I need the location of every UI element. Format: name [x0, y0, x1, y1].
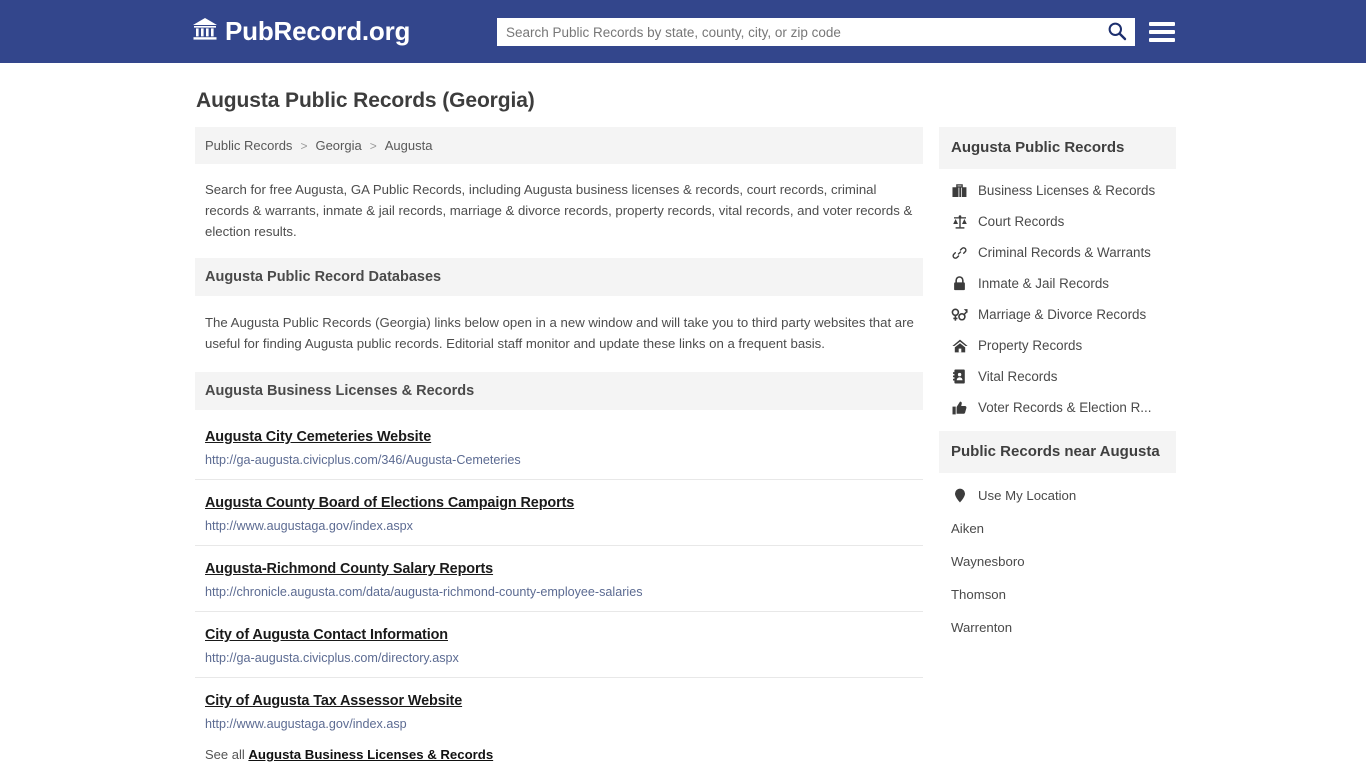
bank-icon — [192, 17, 218, 46]
brand-name: PubRecord.org — [225, 16, 411, 46]
sidebar-item-label: Inmate & Jail Records — [978, 276, 1109, 291]
brand-logo[interactable]: PubRecord.org — [192, 16, 410, 47]
address-book-icon — [951, 369, 968, 384]
near-panel: Public Records near Augusta Use My Locat… — [939, 431, 1176, 644]
breadcrumb-separator: > — [300, 138, 308, 153]
search-icon — [1107, 21, 1127, 44]
records-panel-list: Business Licenses & Records Court Record… — [939, 169, 1176, 423]
record-link-title[interactable]: City of Augusta Contact Information — [205, 627, 448, 643]
hamburger-menu-button[interactable] — [1149, 17, 1177, 47]
near-city-aiken[interactable]: Aiken — [939, 512, 1176, 545]
sidebar-item-business-licenses[interactable]: Business Licenses & Records — [939, 175, 1176, 206]
list-item: City of Augusta Contact Information http… — [195, 612, 923, 678]
sidebar-item-voter-records[interactable]: Voter Records & Election R... — [939, 392, 1176, 423]
use-my-location-label: Use My Location — [978, 488, 1077, 503]
page-title: Augusta Public Records (Georgia) — [196, 89, 535, 112]
breadcrumb-item-georgia[interactable]: Georgia — [315, 138, 361, 153]
list-item: City of Augusta Tax Assessor Website htt… — [195, 678, 923, 737]
near-city-waynesboro[interactable]: Waynesboro — [939, 545, 1176, 578]
scales-of-justice-icon — [951, 214, 968, 229]
breadcrumb-item-augusta[interactable]: Augusta — [385, 138, 433, 153]
databases-section-header: Augusta Public Record Databases — [195, 258, 923, 296]
sidebar-item-court-records[interactable]: Court Records — [939, 206, 1176, 237]
home-icon — [951, 339, 968, 353]
sidebar-item-label: Voter Records & Election R... — [978, 400, 1152, 415]
breadcrumb-item-public-records[interactable]: Public Records — [205, 138, 292, 153]
list-item: Augusta City Cemeteries Website http://g… — [195, 410, 923, 480]
near-city-warrenton[interactable]: Warrenton — [939, 611, 1176, 644]
sidebar-item-label: Property Records — [978, 338, 1083, 353]
use-my-location-button[interactable]: Use My Location — [939, 479, 1176, 512]
business-link-list: Augusta City Cemeteries Website http://g… — [195, 410, 923, 737]
record-link-url[interactable]: http://ga-augusta.civicplus.com/346/Augu… — [205, 453, 923, 467]
sidebar-item-label: Court Records — [978, 214, 1065, 229]
record-link-title[interactable]: Augusta-Richmond County Salary Reports — [205, 561, 493, 577]
record-link-url[interactable]: http://www.augustaga.gov/index.asp — [205, 717, 923, 731]
see-all-row: See all Augusta Business Licenses & Reco… — [195, 737, 923, 762]
record-link-url[interactable]: http://www.augustaga.gov/index.aspx — [205, 519, 923, 533]
sidebar-item-criminal-records[interactable]: Criminal Records & Warrants — [939, 237, 1176, 268]
hamburger-menu-icon-bar — [1149, 38, 1175, 42]
hamburger-menu-icon-bar — [1149, 30, 1175, 34]
content-columns: Public Records > Georgia > Augusta Searc… — [0, 127, 1366, 762]
list-item: Augusta-Richmond County Salary Reports h… — [195, 546, 923, 612]
sidebar-item-label: Marriage & Divorce Records — [978, 307, 1147, 322]
chain-link-icon — [951, 246, 968, 260]
near-panel-title: Public Records near Augusta — [939, 431, 1176, 473]
hamburger-menu-icon — [1149, 22, 1175, 26]
breadcrumb: Public Records > Georgia > Augusta — [195, 127, 923, 164]
databases-section-title: Augusta Public Record Databases — [205, 269, 442, 285]
databases-description: The Augusta Public Records (Georgia) lin… — [205, 315, 914, 351]
sidebar-item-marriage-divorce-records[interactable]: Marriage & Divorce Records — [939, 299, 1176, 330]
record-link-title[interactable]: City of Augusta Tax Assessor Website — [205, 693, 462, 709]
records-panel: Augusta Public Records Business Licenses… — [939, 127, 1176, 423]
sidebar-item-label: Business Licenses & Records — [978, 183, 1156, 198]
list-item: Augusta County Board of Elections Campai… — [195, 480, 923, 546]
intro-paragraph: Search for free Augusta, GA Public Recor… — [205, 182, 913, 239]
search-button[interactable] — [1099, 18, 1135, 46]
business-section-header: Augusta Business Licenses & Records — [195, 372, 923, 410]
near-panel-list: Use My Location Aiken Waynesboro Thomson… — [939, 473, 1176, 644]
sidebar-item-vital-records[interactable]: Vital Records — [939, 361, 1176, 392]
records-panel-title: Augusta Public Records — [939, 127, 1176, 169]
breadcrumb-separator: > — [369, 138, 377, 153]
sidebar: Augusta Public Records Business Licenses… — [939, 127, 1176, 652]
sidebar-item-label: Vital Records — [978, 369, 1058, 384]
venus-mars-icon — [951, 308, 968, 322]
page-body: Augusta Public Records (Georgia) Public … — [0, 63, 1366, 762]
record-link-url[interactable]: http://ga-augusta.civicplus.com/director… — [205, 651, 923, 665]
main-content: Public Records > Georgia > Augusta Searc… — [195, 127, 923, 762]
see-all-prefix: See all — [205, 747, 245, 762]
thumbs-up-icon — [951, 401, 968, 415]
search-bar — [497, 18, 1135, 46]
sidebar-item-inmate-jail-records[interactable]: Inmate & Jail Records — [939, 268, 1176, 299]
record-link-url[interactable]: http://chronicle.augusta.com/data/august… — [205, 585, 923, 599]
business-section-title: Augusta Business Licenses & Records — [205, 383, 475, 399]
near-city-thomson[interactable]: Thomson — [939, 578, 1176, 611]
sidebar-item-label: Criminal Records & Warrants — [978, 245, 1151, 260]
map-pin-icon — [951, 488, 968, 503]
see-all-link[interactable]: Augusta Business Licenses & Records — [248, 747, 493, 762]
site-header: PubRecord.org — [0, 0, 1366, 63]
search-input[interactable] — [497, 19, 1099, 45]
record-link-title[interactable]: Augusta City Cemeteries Website — [205, 429, 431, 445]
lock-icon — [951, 276, 968, 291]
briefcase-icon — [951, 183, 968, 198]
record-link-title[interactable]: Augusta County Board of Elections Campai… — [205, 495, 574, 511]
sidebar-item-property-records[interactable]: Property Records — [939, 330, 1176, 361]
